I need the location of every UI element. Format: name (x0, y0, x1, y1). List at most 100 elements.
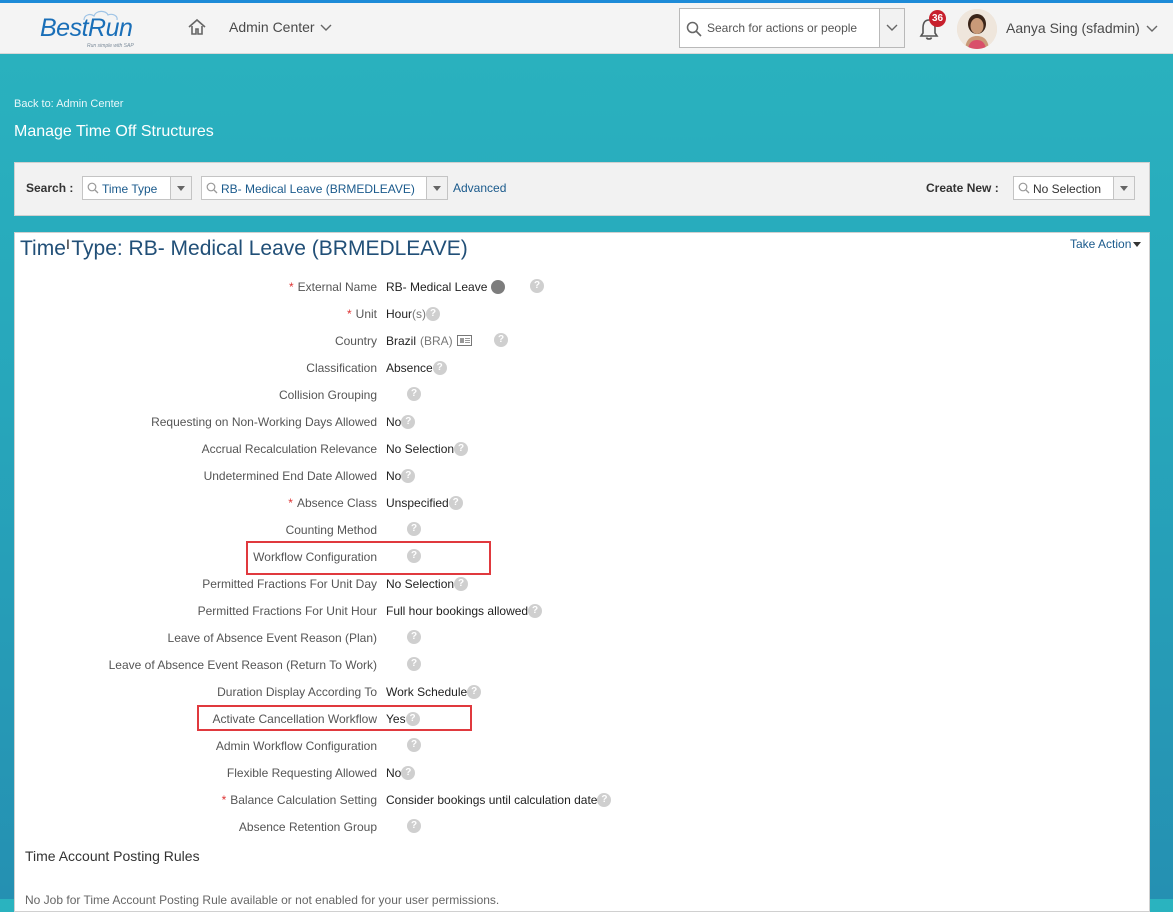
field-label-text: Unit (355, 307, 377, 321)
field-value: No? (386, 468, 416, 483)
field-value: Absence? (386, 360, 447, 375)
back-link[interactable]: Back to: Admin Center (14, 98, 123, 110)
search-dropdown-button[interactable] (879, 9, 904, 47)
required-marker: * (288, 280, 294, 294)
help-icon[interactable]: ? (407, 819, 421, 833)
field-row-unit: * Unit Hour(s)? (15, 305, 915, 325)
create-new-label: Create New : (926, 181, 999, 195)
field-label-text: Requesting on Non-Working Days Allowed (151, 415, 377, 429)
field-row-country: Country Brazil (BRA)? (15, 332, 915, 352)
field-label: Leave of Absence Event Reason (Plan) (168, 631, 377, 645)
field-value-text: Work Schedule (386, 685, 468, 699)
field-label-text: Counting Method (285, 523, 377, 537)
field-label: Duration Display According To (217, 685, 377, 699)
chevron-down-icon (886, 24, 898, 31)
field-value-text: RB- Medical Leave (386, 280, 488, 294)
field-label-text: Absence Class (296, 496, 377, 510)
global-search[interactable] (679, 8, 905, 48)
field-label: Collision Grouping (279, 388, 377, 402)
field-label-text: Permitted Fractions For Unit Hour (197, 604, 377, 618)
field-row-accrual-recalculation-relevance: Accrual Recalculation Relevance No Select… (15, 440, 915, 460)
help-icon[interactable]: ? (401, 414, 416, 429)
caret-down-icon (433, 186, 441, 191)
field-value: Full hour bookings allowed? (386, 603, 543, 618)
card-icon[interactable] (456, 335, 472, 347)
item-combo-button[interactable] (426, 177, 447, 199)
help-icon[interactable]: ? (401, 765, 416, 780)
field-label: Admin Workflow Configuration (216, 739, 377, 753)
search-input[interactable] (707, 18, 877, 38)
create-new-combo[interactable]: No Selection (1013, 176, 1135, 200)
home-icon[interactable] (187, 17, 207, 37)
field-value-text: No (386, 415, 402, 429)
field-value-text: Consider bookings until calculation date (386, 793, 598, 807)
posting-rules-text: No Job for Time Account Posting Rule ava… (25, 893, 500, 907)
user-name[interactable]: Aanya Sing (sfadmin) (1006, 20, 1140, 36)
help-icon[interactable]: ? (454, 576, 469, 591)
field-row-duration-display-according-to: Duration Display According To Work Schedu… (15, 683, 915, 703)
field-value: Hour(s)? (386, 306, 441, 321)
help-icon[interactable]: ? (454, 441, 469, 456)
chevron-down-icon[interactable] (1146, 25, 1158, 33)
help-icon[interactable]: ? (426, 306, 441, 321)
field-label: Accrual Recalculation Relevance (202, 442, 377, 456)
create-new-button[interactable] (1113, 177, 1134, 199)
bestrun-logo[interactable]: BestRun Run simple with SAP (40, 10, 140, 49)
help-icon[interactable]: ? (407, 630, 421, 644)
field-label-text: Country (334, 334, 377, 348)
field-row-undetermined-end-date-allowed: Undetermined End Date Allowed No? (15, 467, 915, 487)
avatar[interactable] (957, 9, 997, 49)
field-label-text: Permitted Fractions For Unit Day (202, 577, 377, 591)
field-label: Flexible Requesting Allowed (227, 766, 377, 780)
help-icon[interactable]: ? (530, 279, 544, 293)
item-combo[interactable]: RB- Medical Leave (BRMEDLEAVE) (201, 176, 448, 200)
help-icon[interactable]: ? (407, 657, 421, 671)
field-label-text: Undetermined End Date Allowed (203, 469, 377, 483)
field-row-classification: Classification Absence? (15, 359, 915, 379)
highlight-cancellation-workflow (197, 705, 472, 731)
search-label: Search : (26, 181, 74, 195)
field-row-collision-grouping: Collision Grouping? (15, 386, 915, 406)
field-label: Classification (306, 361, 377, 375)
help-icon[interactable]: ? (597, 792, 612, 807)
nav-title[interactable]: Admin Center (229, 19, 315, 35)
field-label-text: Collision Grouping (278, 388, 377, 402)
field-label-text: External Name (297, 280, 377, 294)
take-action-menu[interactable]: Take Action (1070, 237, 1142, 251)
field-value-text: No Selection (386, 577, 455, 591)
field-row-permitted-fractions-for-unit-day: Permitted Fractions For Unit Day No Selec… (15, 575, 915, 595)
field-label-text: Duration Display According To (217, 685, 377, 699)
shell-bar: BestRun Run simple with SAP Admin Center… (0, 3, 1173, 54)
help-icon[interactable]: ? (448, 495, 463, 510)
help-icon[interactable]: ? (528, 603, 543, 618)
field-row-balance-calculation-setting: * Balance Calculation Setting Consider boo… (15, 791, 915, 811)
help-icon[interactable]: ? (407, 738, 421, 752)
field-value: Brazil (BRA) (386, 334, 472, 348)
help-icon[interactable]: ? (407, 387, 421, 401)
field-label-text: Flexible Requesting Allowed (226, 766, 377, 780)
advanced-search-link[interactable]: Advanced (453, 181, 506, 195)
help-icon[interactable]: ? (432, 360, 447, 375)
chevron-down-icon[interactable] (320, 23, 332, 33)
field-row-permitted-fractions-for-unit-hour: Permitted Fractions For Unit Hour Full ho… (15, 602, 915, 622)
field-label: * Absence Class (288, 496, 377, 510)
field-label-text: Absence Retention Group (238, 820, 377, 834)
field-value-text: Brazil (386, 334, 417, 348)
type-combo[interactable]: Time Type (82, 176, 192, 200)
help-icon[interactable]: ? (467, 684, 482, 699)
globe-icon[interactable] (491, 279, 506, 294)
field-value: Work Schedule? (386, 684, 482, 699)
help-icon[interactable]: ? (494, 333, 508, 347)
field-value-text: Full hour bookings allowed (386, 604, 529, 618)
field-value: No? (386, 414, 416, 429)
item-combo-value: RB- Medical Leave (BRMEDLEAVE) (221, 182, 415, 196)
help-icon[interactable]: ? (401, 468, 416, 483)
help-icon[interactable]: ? (407, 522, 421, 536)
field-value: No? (386, 765, 416, 780)
field-row-leave-of-absence-event-reason-return-to-work: Leave of Absence Event Reason (Return To… (15, 656, 915, 676)
type-combo-value: Time Type (102, 182, 158, 196)
type-combo-button[interactable] (170, 177, 191, 199)
create-new-value: No Selection (1033, 182, 1102, 196)
text-cursor: I (66, 236, 70, 252)
field-label-text: Classification (306, 361, 377, 375)
